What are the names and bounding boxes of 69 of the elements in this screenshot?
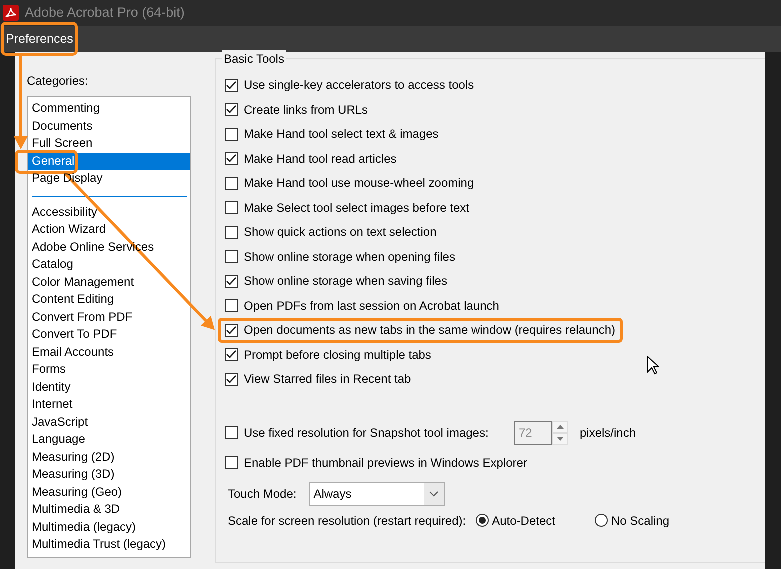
window-title: Adobe Acrobat Pro (64-bit) [25,4,185,22]
category-item[interactable]: Internet [32,397,73,411]
option-label: Show online storage when saving files [244,273,448,290]
category-item[interactable]: Convert From PDF [32,310,133,324]
checkbox[interactable] [225,78,238,92]
category-item[interactable]: Measuring (Geo) [32,484,122,498]
radio-button[interactable] [595,514,608,527]
checkbox[interactable] [225,152,238,166]
checkbox[interactable] [225,176,238,190]
touch-mode-dropdown[interactable]: Always [308,482,445,506]
checkbox[interactable] [225,128,238,141]
categories-label: Categories: [27,73,90,90]
unit-label: pixels/inch [580,424,636,442]
mouse-pointer-icon [647,356,659,375]
category-item[interactable]: Multimedia & 3D [32,502,120,516]
checkbox[interactable] [225,324,238,337]
option-label: Prompt before closing multiple tabs [244,346,432,364]
checkbox[interactable] [225,348,238,362]
option-label: Enable PDF thumbnail previews in Windows Explorer [244,454,528,472]
option-label: Use single-key accelerators to access tools [244,77,474,94]
radio-label: No Scaling [611,512,670,530]
menu-title[interactable]: Preferences [6,30,74,48]
acrobat-logo-icon [3,5,19,21]
category-item[interactable]: Measuring (3D) [32,467,115,481]
checkbox[interactable] [225,274,238,288]
checkbox[interactable] [225,226,238,239]
option-label: Make Hand tool read articles [244,150,397,168]
option-label: Use fixed resolution for Snapshot tool images: [244,424,489,442]
option-label: Show online storage when opening files [244,248,456,266]
radio-label: Auto-Detect [492,512,556,530]
option-label: Show quick actions on text selection [244,224,437,242]
option-label: Create links from URLs [244,102,368,119]
touch-mode-label: Touch Mode: [228,486,297,502]
category-item[interactable]: Measuring (2D) [32,450,115,464]
category-item[interactable]: JavaScript [32,414,88,428]
checkbox[interactable] [225,250,238,264]
option-label: Open PDFs from last session on Acrobat launch [244,298,500,315]
scale-label: Scale for screen resolution (restart required): [228,512,466,530]
chevron-down-icon [428,490,439,496]
category-item[interactable]: Commenting [32,101,100,115]
category-item[interactable]: Content Editing [32,292,114,306]
option-label: Make Select tool select images before text [244,200,470,217]
option-label: Make Hand tool use mouse-wheel zooming [244,175,474,192]
category-item[interactable]: Forms [32,362,66,376]
category-item[interactable]: Action Wizard [32,222,106,236]
category-item[interactable]: Identity [32,380,71,394]
category-item[interactable]: Multimedia (legacy) [32,520,136,534]
dropdown-value: Always [314,486,352,502]
category-item[interactable]: Full Screen [32,136,93,150]
checkbox[interactable] [225,201,238,214]
checkbox[interactable] [225,103,238,116]
up-arrow-icon[interactable] [556,424,564,428]
category-item[interactable]: Documents [32,118,93,132]
down-arrow-icon[interactable] [556,436,564,440]
option-label: View Starred files in Recent tab [244,371,412,388]
category-item[interactable]: Accessibility [32,204,98,218]
category-item[interactable]: Email Accounts [32,344,114,358]
category-item[interactable]: Language [32,432,86,446]
option-label: Open documents as new tabs in the same window (requires relaunch) [244,322,616,340]
option-label: Make Hand tool select text & images [244,126,439,144]
checkbox[interactable] [225,372,238,386]
checkbox[interactable] [225,456,238,469]
radio-button[interactable] [476,514,490,527]
category-item[interactable]: Multimedia Trust (legacy) [32,537,166,551]
category-item[interactable]: Catalog [32,257,74,271]
category-item[interactable]: General [32,154,75,168]
category-item[interactable]: Color Management [32,274,134,288]
category-item[interactable]: Convert To PDF [32,327,118,341]
checkbox[interactable] [225,299,238,312]
